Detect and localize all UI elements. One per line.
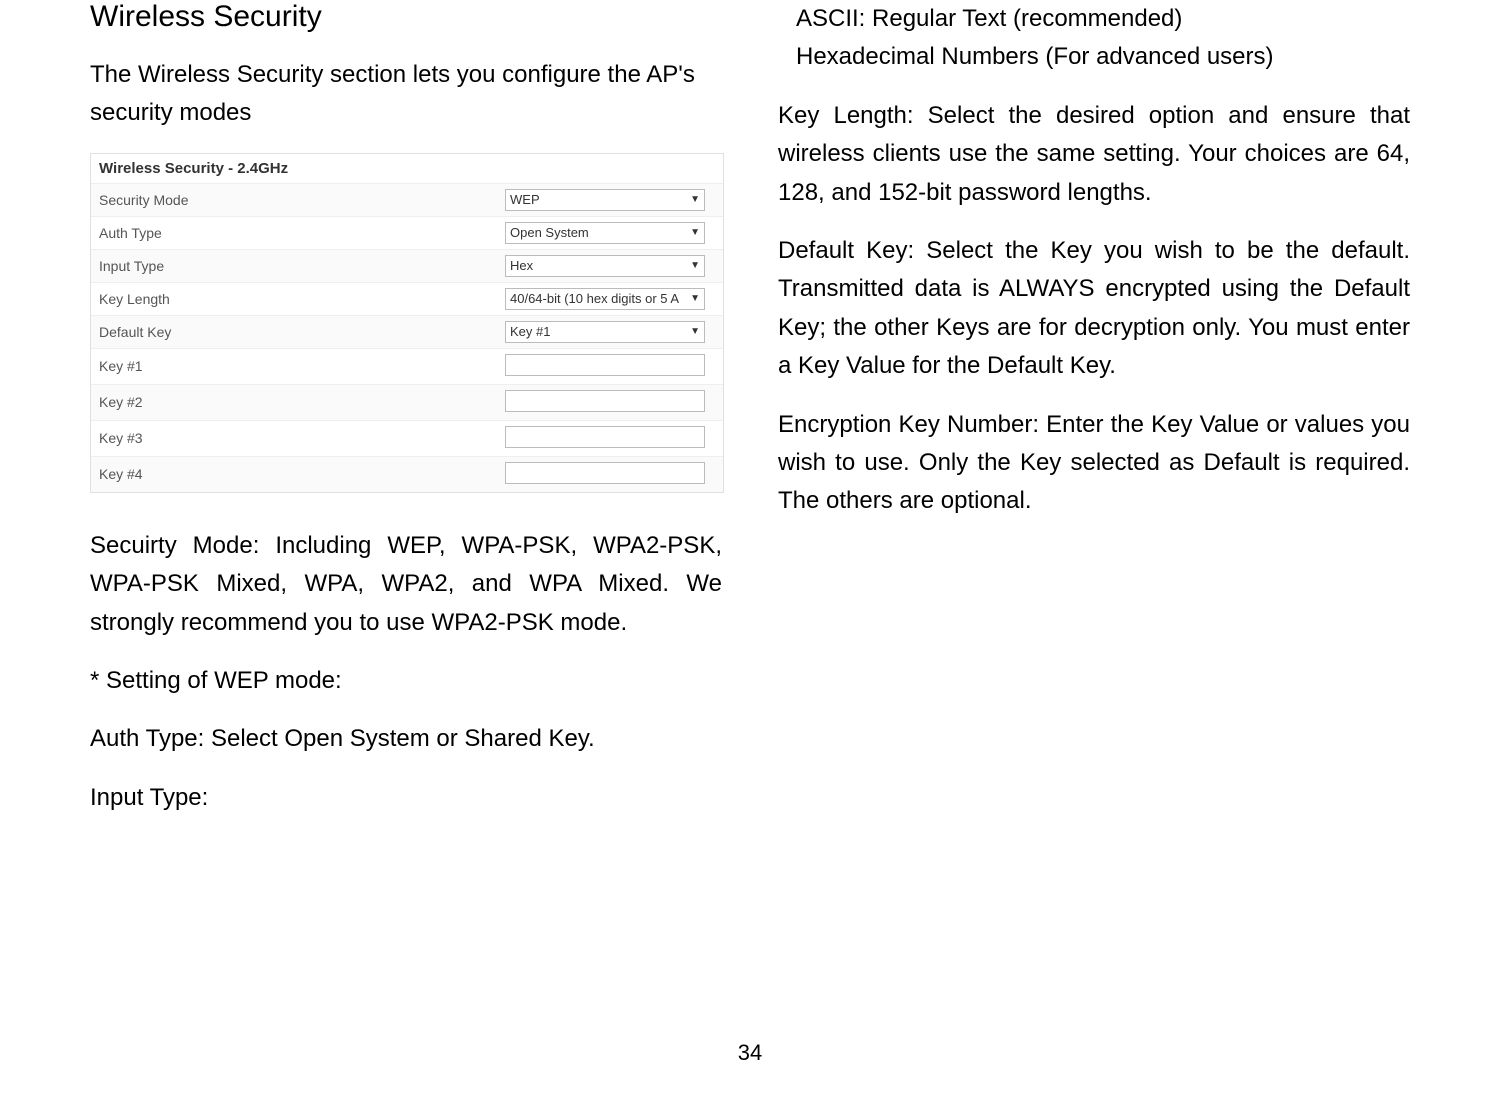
ss-row-key2: Key #2	[91, 384, 723, 420]
default-key-select[interactable]: Key #1 ▼	[505, 321, 705, 343]
select-value: Hex	[510, 258, 533, 273]
key-length-paragraph: Key Length: Select the desired option an…	[778, 97, 1410, 212]
select-value: WEP	[510, 192, 540, 207]
ss-label: Default Key	[99, 324, 505, 340]
ascii-line: ASCII: Regular Text (recommended)	[778, 0, 1410, 38]
key2-input[interactable]	[505, 390, 705, 412]
ss-heading: Wireless Security - 2.4GHz	[91, 154, 723, 183]
security-mode-paragraph: Secuirty Mode: Including WEP, WPA-PSK, W…	[90, 527, 722, 642]
key-length-select[interactable]: 40/64-bit (10 hex digits or 5 A ▼	[505, 288, 705, 310]
select-value: 40/64-bit (10 hex digits or 5 A	[510, 291, 679, 306]
ss-label: Auth Type	[99, 225, 505, 241]
select-value: Key #1	[510, 324, 550, 339]
ss-row-default-key: Default Key Key #1 ▼	[91, 315, 723, 348]
key3-input[interactable]	[505, 426, 705, 448]
auth-type-select[interactable]: Open System ▼	[505, 222, 705, 244]
security-mode-select[interactable]: WEP ▼	[505, 189, 705, 211]
chevron-down-icon: ▼	[690, 326, 700, 337]
ss-row-key-length: Key Length 40/64-bit (10 hex digits or 5…	[91, 282, 723, 315]
ss-label: Key #4	[99, 466, 505, 482]
encryption-key-paragraph: Encryption Key Number: Enter the Key Val…	[778, 406, 1410, 521]
input-type-select[interactable]: Hex ▼	[505, 255, 705, 277]
ss-row-input-type: Input Type Hex ▼	[91, 249, 723, 282]
ss-row-key3: Key #3	[91, 420, 723, 456]
chevron-down-icon: ▼	[690, 227, 700, 238]
default-key-paragraph: Default Key: Select the Key you wish to …	[778, 232, 1410, 386]
ss-label: Key #2	[99, 394, 505, 410]
ss-label: Key Length	[99, 291, 505, 307]
intro-text: The Wireless Security section lets you c…	[90, 56, 722, 133]
page-number: 34	[0, 1020, 1500, 1066]
select-value: Open System	[510, 225, 589, 240]
ss-row-key4: Key #4	[91, 456, 723, 492]
ss-row-auth-type: Auth Type Open System ▼	[91, 216, 723, 249]
section-title: Wireless Security	[90, 0, 722, 34]
ss-row-security-mode: Security Mode WEP ▼	[91, 183, 723, 216]
ss-label: Security Mode	[99, 192, 505, 208]
input-type-label: Input Type:	[90, 779, 722, 817]
wep-mode-heading: * Setting of WEP mode:	[90, 662, 722, 700]
chevron-down-icon: ▼	[690, 194, 700, 205]
key4-input[interactable]	[505, 462, 705, 484]
ss-label: Key #3	[99, 430, 505, 446]
ss-label: Key #1	[99, 358, 505, 374]
chevron-down-icon: ▼	[690, 260, 700, 271]
auth-type-paragraph: Auth Type: Select Open System or Shared …	[90, 720, 722, 758]
chevron-down-icon: ▼	[690, 293, 700, 304]
ss-row-key1: Key #1	[91, 348, 723, 384]
hex-line: Hexadecimal Numbers (For advanced users)	[778, 38, 1410, 76]
key1-input[interactable]	[505, 354, 705, 376]
wireless-security-screenshot: Wireless Security - 2.4GHz Security Mode…	[90, 153, 724, 493]
ss-label: Input Type	[99, 258, 505, 274]
